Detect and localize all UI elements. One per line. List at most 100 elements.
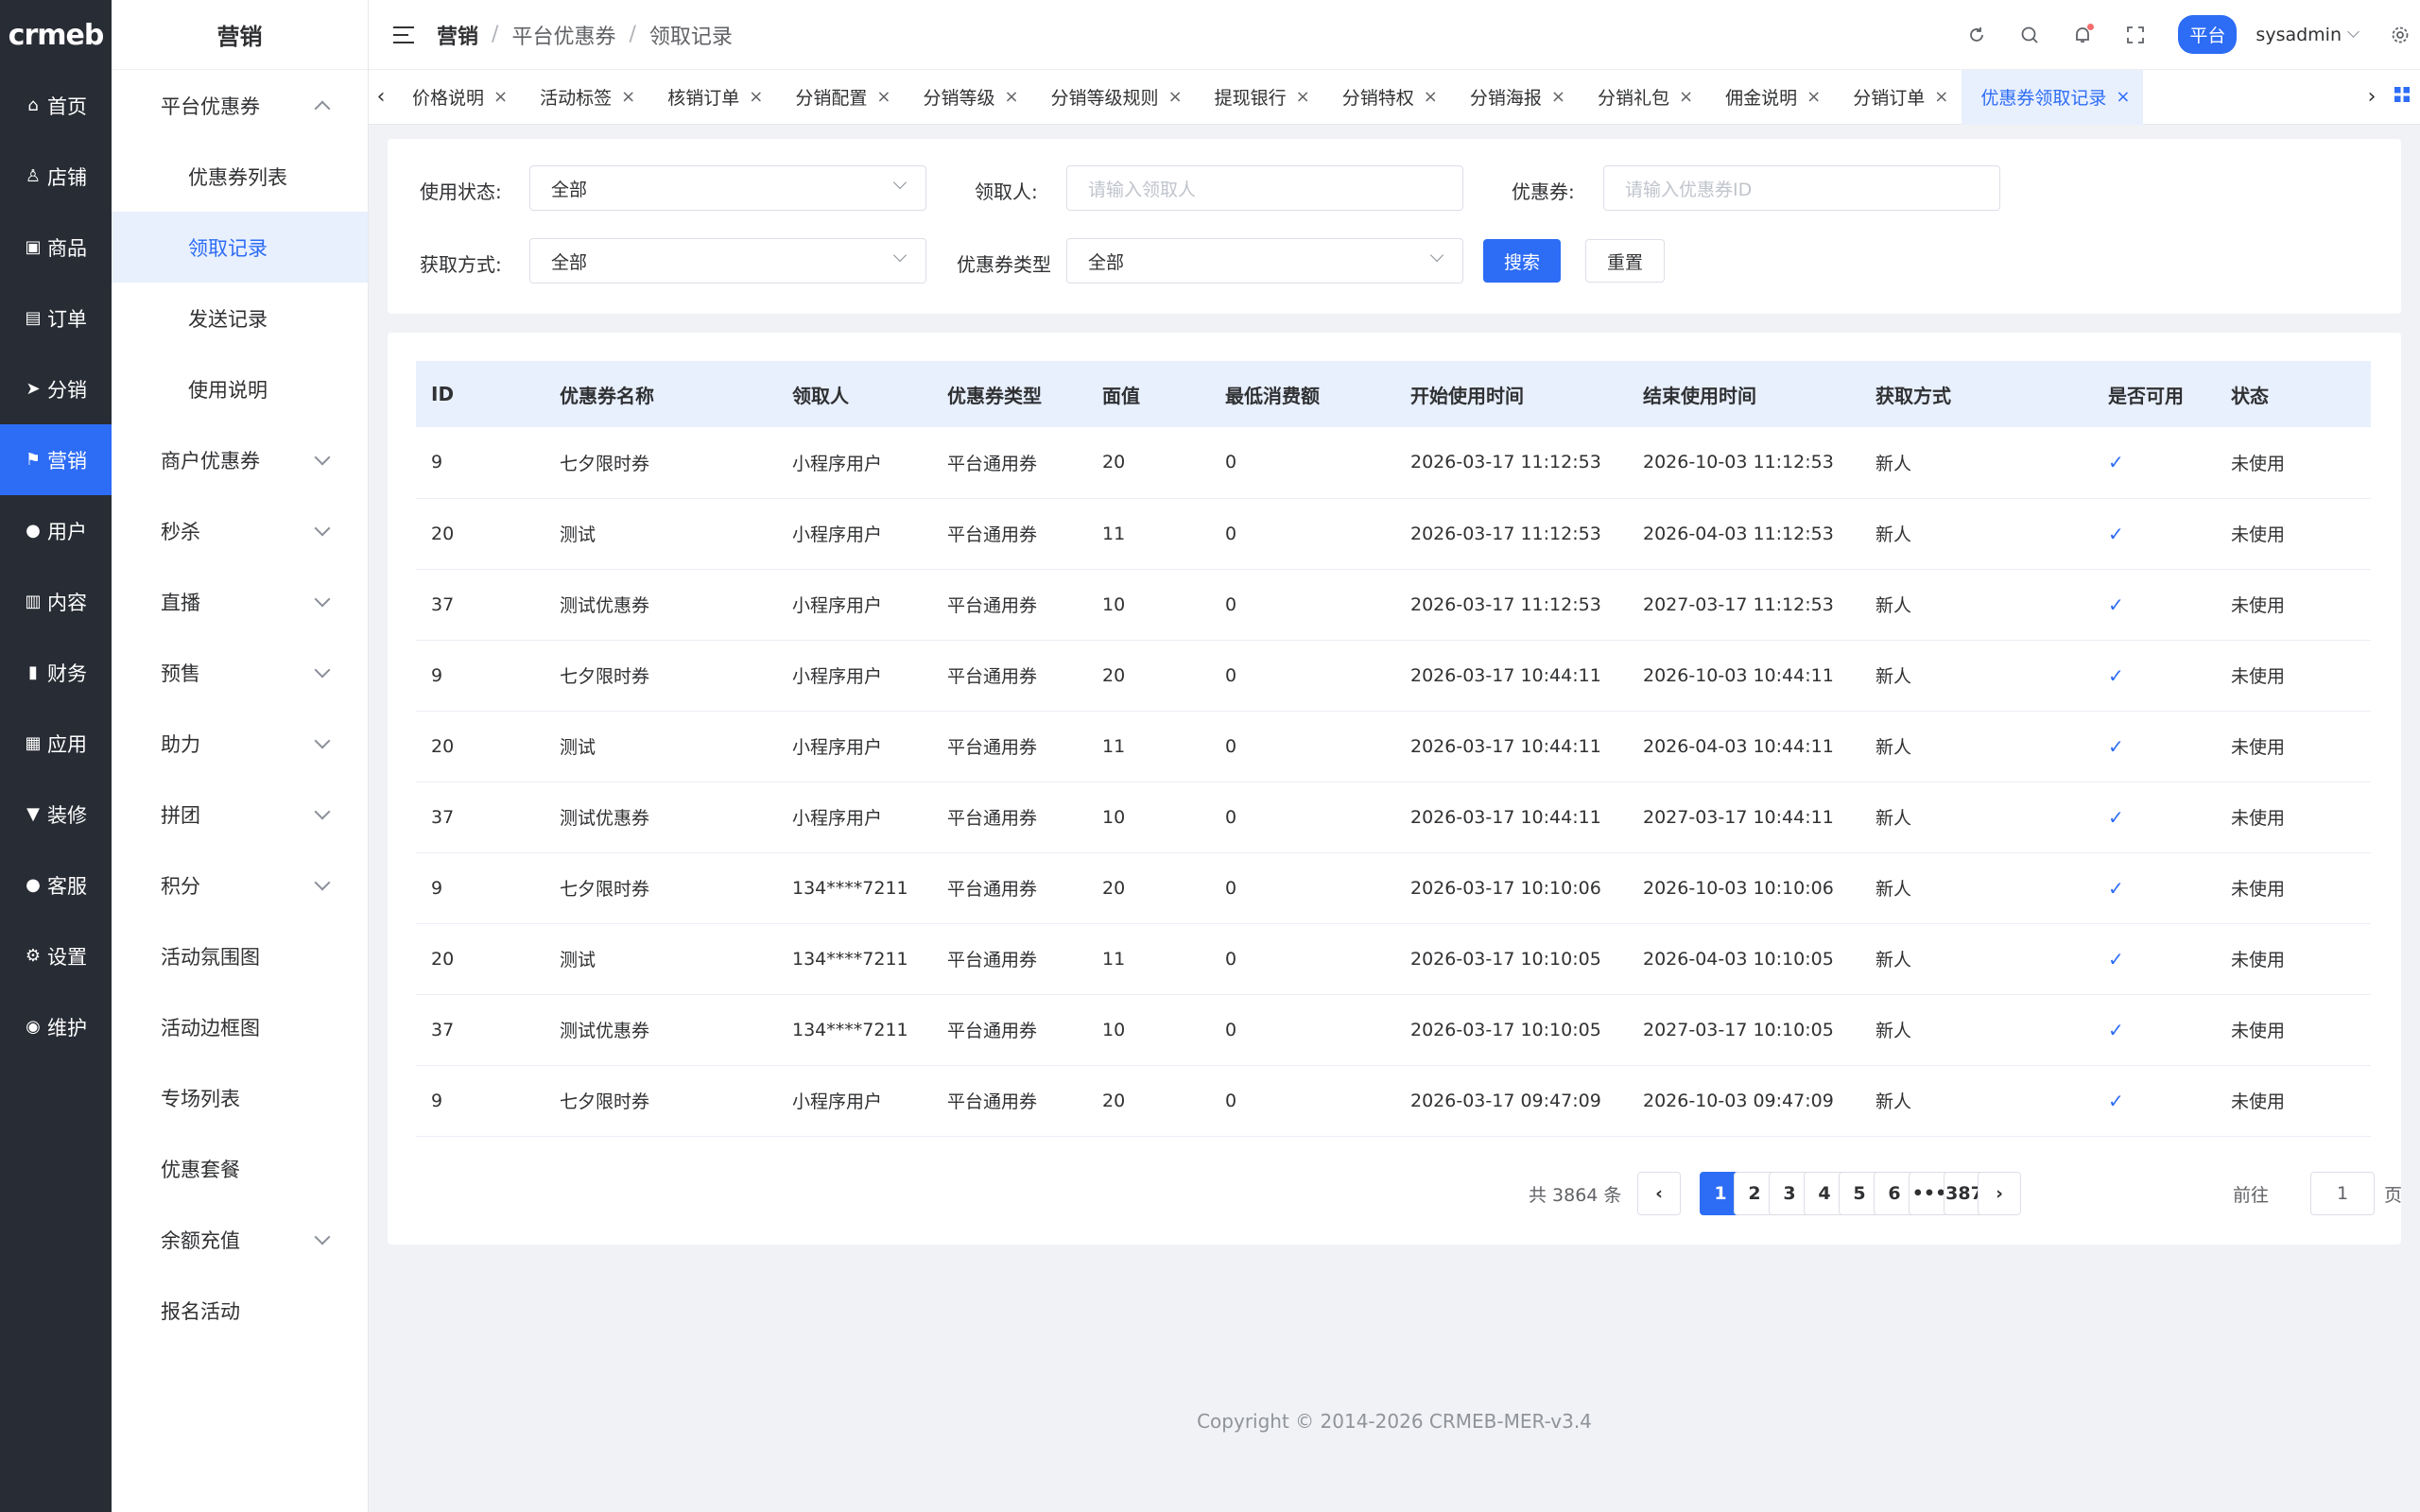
submenu-item[interactable]: 发送记录 bbox=[112, 283, 368, 353]
table-cell: 20 bbox=[416, 923, 544, 995]
submenu-item[interactable]: 秒杀 bbox=[112, 495, 368, 566]
submenu-item[interactable]: 商户优惠券 bbox=[112, 424, 368, 495]
submenu-item[interactable]: 平台优惠券 bbox=[112, 70, 368, 141]
table-cell: 37 bbox=[416, 569, 544, 641]
close-icon[interactable]: × bbox=[1168, 87, 1183, 107]
close-icon[interactable]: × bbox=[2116, 87, 2130, 107]
rail-item[interactable]: ▤ 订单 bbox=[0, 283, 112, 353]
close-icon[interactable]: × bbox=[1679, 87, 1693, 107]
rail-item[interactable]: ♙ 店铺 bbox=[0, 141, 112, 212]
table-cell: 20 bbox=[1087, 427, 1210, 499]
rail-item[interactable]: ⚙ 设置 bbox=[0, 920, 112, 991]
submenu-item[interactable]: 报名活动 bbox=[112, 1275, 368, 1346]
breadcrumb-item: 领取记录 bbox=[648, 25, 733, 49]
page-tab[interactable]: 分销海报 × bbox=[1451, 70, 1579, 125]
reset-button[interactable]: 重置 bbox=[1585, 239, 1665, 283]
status-select-value: 全部 bbox=[551, 179, 588, 200]
table-cell: 平台通用券 bbox=[932, 498, 1087, 570]
rail-item[interactable]: ● 用户 bbox=[0, 495, 112, 566]
coupon-id-input[interactable]: 请输入优惠券ID bbox=[1603, 165, 2000, 211]
close-icon[interactable]: × bbox=[1296, 87, 1310, 107]
breadcrumb-item[interactable]: 营销 bbox=[437, 20, 478, 50]
page-tab[interactable]: 分销礼包 × bbox=[1579, 70, 1706, 125]
coupon-type-select[interactable]: 全部 bbox=[1066, 238, 1463, 284]
copyright: Copyright © 2014-2026 CRMEB-MER-v3.4 bbox=[1197, 1410, 1592, 1433]
search-button[interactable]: 搜索 bbox=[1483, 239, 1561, 283]
submenu-item[interactable]: 活动氛围图 bbox=[112, 920, 368, 991]
breadcrumb-item[interactable]: 平台优惠券 bbox=[511, 20, 615, 50]
tabs-scroll-left-icon[interactable]: ‹ bbox=[369, 85, 393, 109]
submenu-item[interactable]: 预售 bbox=[112, 637, 368, 708]
rail-item[interactable]: ⚑ 营销 bbox=[0, 424, 112, 495]
page-tab[interactable]: 佣金说明 × bbox=[1706, 70, 1834, 125]
close-icon[interactable]: × bbox=[1424, 87, 1438, 107]
submenu-item[interactable]: 直播 bbox=[112, 566, 368, 637]
next-page-button[interactable]: › bbox=[1978, 1172, 2021, 1215]
logo[interactable]: crmeb bbox=[0, 0, 112, 70]
tabs-menu-icon[interactable] bbox=[2394, 85, 2411, 109]
page-tab[interactable]: 分销等级规则 × bbox=[1032, 70, 1196, 125]
page-tab[interactable]: 分销订单 × bbox=[1834, 70, 1962, 125]
page-tab[interactable]: 分销特权 × bbox=[1323, 70, 1451, 125]
page-tab[interactable]: 分销等级 × bbox=[904, 70, 1031, 125]
goto-page-input[interactable]: 1 bbox=[2310, 1172, 2375, 1215]
rail-item[interactable]: ▦ 应用 bbox=[0, 708, 112, 779]
menu-toggle-icon[interactable] bbox=[393, 26, 414, 43]
settings-gear-icon[interactable] bbox=[2390, 25, 2411, 45]
rail-item[interactable]: ▮ 财务 bbox=[0, 637, 112, 708]
submenu-item[interactable]: 余额充值 bbox=[112, 1204, 368, 1275]
rail-item[interactable]: ● 客服 bbox=[0, 850, 112, 920]
table-cell: 0 bbox=[1210, 569, 1395, 641]
method-select[interactable]: 全部 bbox=[529, 238, 926, 284]
submenu-item[interactable]: 助力 bbox=[112, 708, 368, 779]
submenu-item-label: 活动氛围图 bbox=[161, 945, 260, 969]
search-icon[interactable] bbox=[2019, 25, 2040, 45]
rail-item[interactable]: ▼ 装修 bbox=[0, 779, 112, 850]
chevron-down-icon bbox=[314, 1228, 331, 1245]
rail-item[interactable]: ▣ 商品 bbox=[0, 212, 112, 283]
close-icon[interactable]: × bbox=[876, 87, 890, 107]
close-icon[interactable]: × bbox=[1934, 87, 1948, 107]
role-badge[interactable]: 平台 bbox=[2178, 15, 2238, 54]
submenu-item[interactable]: 积分 bbox=[112, 850, 368, 920]
submenu-item[interactable]: 专场列表 bbox=[112, 1062, 368, 1133]
fullscreen-icon[interactable] bbox=[2125, 25, 2146, 45]
rail-item[interactable]: ➤ 分销 bbox=[0, 353, 112, 424]
page-tab[interactable]: 分销配置 × bbox=[776, 70, 904, 125]
submenu-item[interactable]: 拼团 bbox=[112, 779, 368, 850]
receiver-input[interactable]: 请输入领取人 bbox=[1066, 165, 1463, 211]
table-cell: 20 bbox=[1087, 1065, 1210, 1137]
submenu-item[interactable]: 领取记录 bbox=[112, 212, 368, 283]
user-menu[interactable]: sysadmin bbox=[2256, 25, 2360, 45]
page-tab[interactable]: 提现银行 × bbox=[1196, 70, 1323, 125]
refresh-icon[interactable] bbox=[1966, 25, 1987, 45]
submenu-item[interactable]: 使用说明 bbox=[112, 353, 368, 424]
submenu-item[interactable]: 优惠券列表 bbox=[112, 141, 368, 212]
rail-item[interactable]: ▥ 内容 bbox=[0, 566, 112, 637]
page-tab[interactable]: 核销订单 × bbox=[648, 70, 776, 125]
close-icon[interactable]: × bbox=[749, 87, 763, 107]
close-icon[interactable]: × bbox=[621, 87, 635, 107]
table-cell: 未使用 bbox=[2216, 427, 2371, 499]
rail-item[interactable]: ⌂ 首页 bbox=[0, 70, 112, 141]
bell-icon[interactable] bbox=[2072, 23, 2095, 45]
tabs-scroll-right-icon[interactable]: › bbox=[2360, 85, 2384, 109]
close-icon[interactable]: × bbox=[1806, 87, 1821, 107]
page-tab[interactable]: 活动标签 × bbox=[521, 70, 648, 125]
close-icon[interactable]: × bbox=[1551, 87, 1565, 107]
prev-page-button[interactable]: ‹ bbox=[1637, 1172, 1681, 1215]
table-cell: 11 bbox=[1087, 923, 1210, 995]
table-cell: 0 bbox=[1210, 782, 1395, 853]
rail-item-label: 应用 bbox=[47, 732, 87, 756]
chevron-down-icon bbox=[892, 248, 908, 263]
close-icon[interactable]: × bbox=[1004, 87, 1018, 107]
rail-item[interactable]: ◉ 维护 bbox=[0, 991, 112, 1062]
status-select[interactable]: 全部 bbox=[529, 165, 926, 211]
page-tab[interactable]: 价格说明 × bbox=[393, 70, 521, 125]
submenu-item[interactable]: 活动边框图 bbox=[112, 991, 368, 1062]
table-cell: 2027-03-17 10:10:05 bbox=[1628, 994, 1860, 1066]
submenu-item[interactable]: 优惠套餐 bbox=[112, 1133, 368, 1204]
table-row: 20 测试 134****7211 平台通用券 11 0 2026-03-17 10:10:… bbox=[416, 923, 2371, 995]
close-icon[interactable]: × bbox=[493, 87, 508, 107]
page-tab[interactable]: 优惠券领取记录 × bbox=[1962, 69, 2144, 125]
